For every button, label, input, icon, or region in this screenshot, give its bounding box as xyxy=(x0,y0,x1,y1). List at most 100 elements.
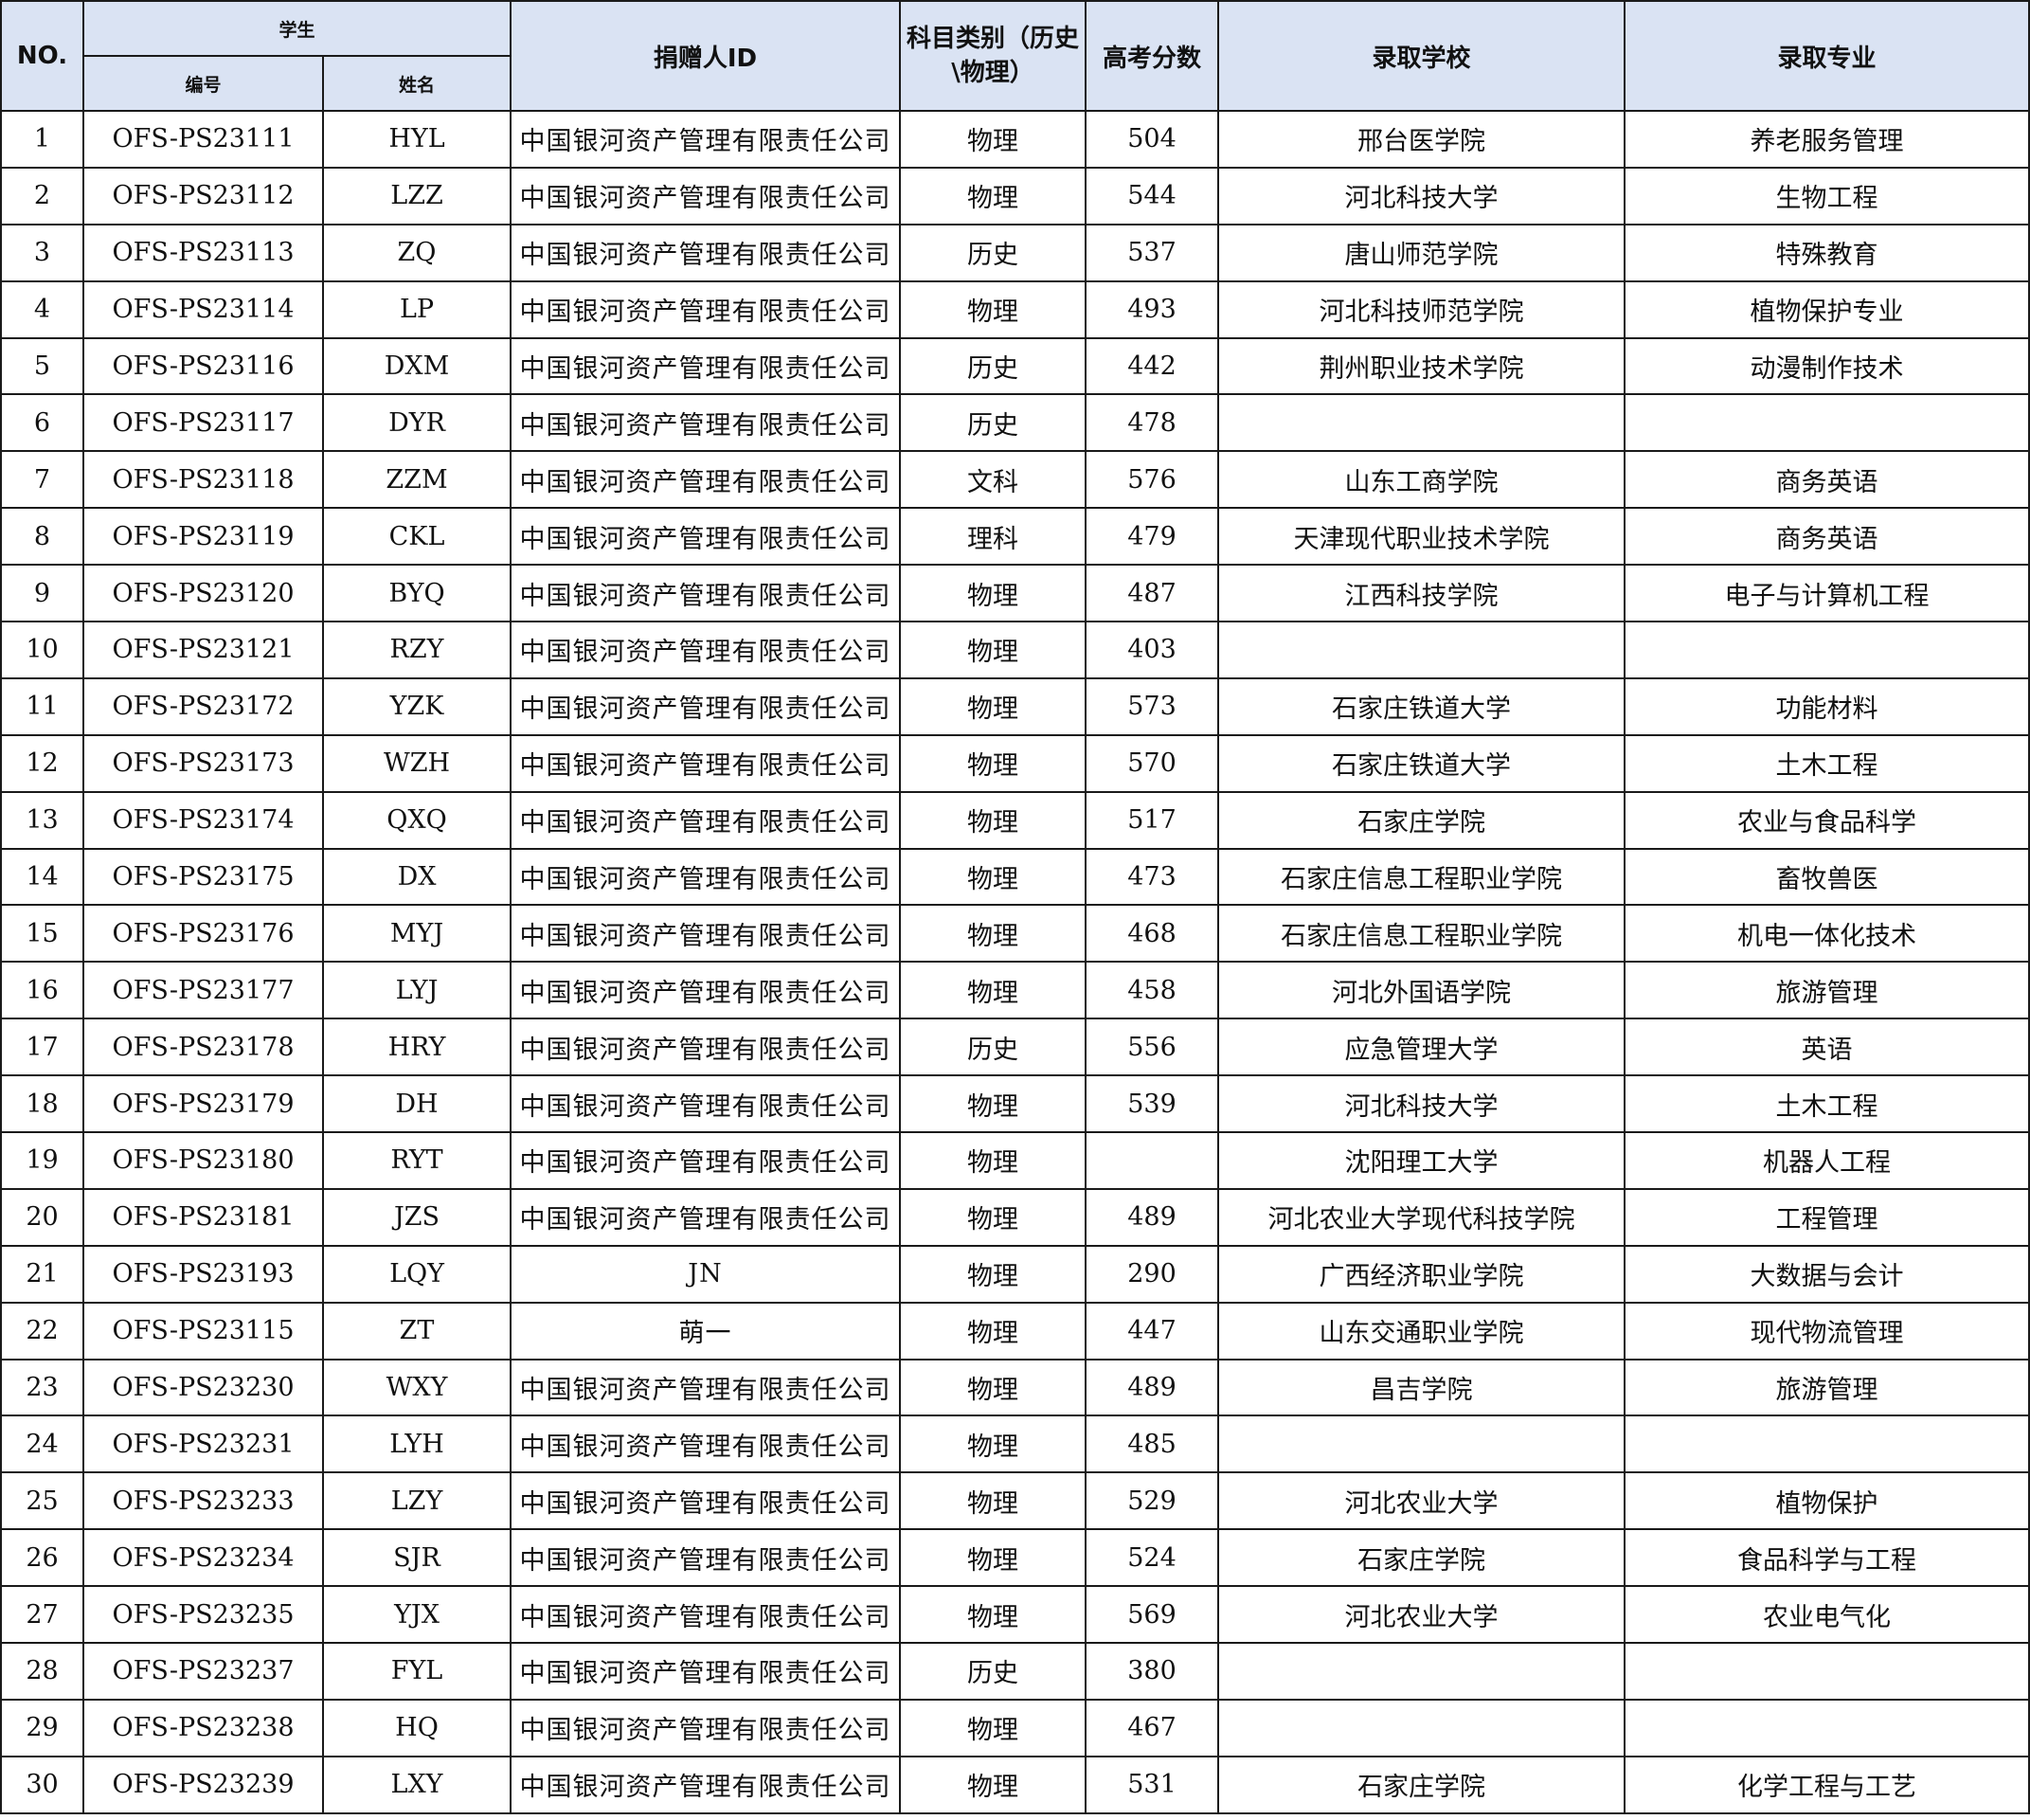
cell-school: 石家庄信息工程职业学院 xyxy=(1217,904,1626,964)
cell-donor: 中国银河资产管理有限责任公司 xyxy=(510,1642,902,1701)
cell-donor: 中国银河资产管理有限责任公司 xyxy=(510,507,902,567)
cell-school: 石家庄学院 xyxy=(1217,1755,1626,1814)
cell-student-id: OFS-PS23116 xyxy=(82,336,324,396)
cell-no: 24 xyxy=(0,1415,84,1474)
cell-school xyxy=(1217,1642,1626,1701)
table-row: 1 OFS-PS23111 HYL 中国银河资产管理有限责任公司 物理 504 邢台医学院养… xyxy=(0,110,2030,169)
cell-subject: 物理 xyxy=(899,904,1087,964)
cell-donor: 中国银河资产管理有限责任公司 xyxy=(510,279,902,339)
cell-donor: 中国银河资产管理有限责任公司 xyxy=(510,621,902,679)
cell-student-id: OFS-PS23121 xyxy=(82,621,324,679)
cell-school: 荆州职业技术学院 xyxy=(1217,336,1626,396)
cell-no: 4 xyxy=(0,279,84,339)
cell-subject: 物理 xyxy=(899,1187,1087,1247)
cell-major: 食品科学与工程 xyxy=(1624,1528,2030,1588)
cell-no: 20 xyxy=(0,1187,84,1247)
cell-score xyxy=(1085,1131,1220,1190)
cell-student-id: OFS-PS23177 xyxy=(82,961,324,1020)
cell-student-name: WXY xyxy=(321,1358,512,1417)
cell-major: 土木工程 xyxy=(1624,1074,2030,1134)
cell-no: 7 xyxy=(0,450,84,510)
cell-subject: 历史 xyxy=(899,1018,1087,1077)
cell-no: 29 xyxy=(0,1698,84,1757)
cell-major: 养老服务管理 xyxy=(1624,110,2030,169)
cell-student-name: MYJ xyxy=(321,904,512,964)
cell-school: 河北农业大学现代科技学院 xyxy=(1217,1187,1626,1247)
cell-score: 290 xyxy=(1085,1244,1220,1304)
cell-school: 广西经济职业学院 xyxy=(1217,1244,1626,1304)
cell-student-id: OFS-PS23181 xyxy=(82,1187,324,1247)
table-row: 22 OFS-PS23115 ZT 萌一 物理 447 山东交通职业学院 现代物流管理 xyxy=(0,1301,2030,1360)
cell-student-name: RZY xyxy=(321,621,512,679)
cell-student-id: OFS-PS23119 xyxy=(82,507,324,567)
cell-student-name: SJR xyxy=(321,1528,512,1588)
cell-no: 1 xyxy=(0,110,84,169)
table-row: 28 OFS-PS23237 FYL 中国银河资产管理有限责任公司 历史 380 xyxy=(0,1642,2030,1701)
cell-donor: 中国银河资产管理有限责任公司 xyxy=(510,1131,902,1190)
cell-major: 土木工程 xyxy=(1624,733,2030,793)
cell-subject: 历史 xyxy=(899,336,1087,396)
cell-student-id: OFS-PS23115 xyxy=(82,1301,324,1360)
cell-donor: 中国银河资产管理有限责任公司 xyxy=(510,1074,902,1134)
table-row: 8 OFS-PS23119 CKL 中国银河资产管理有限责任公司 理科 479 天津现代职业… xyxy=(0,507,2030,567)
cell-major: 动漫制作技术 xyxy=(1624,336,2030,396)
cell-donor: 中国银河资产管理有限责任公司 xyxy=(510,961,902,1020)
cell-no: 10 xyxy=(0,621,84,679)
cell-no: 18 xyxy=(0,1074,84,1134)
cell-no: 9 xyxy=(0,564,84,623)
cell-student-id: OFS-PS23111 xyxy=(82,110,324,169)
cell-student-id: OFS-PS23237 xyxy=(82,1642,324,1701)
cell-donor: 中国银河资产管理有限责任公司 xyxy=(510,1471,902,1531)
cell-student-name: YZK xyxy=(321,676,512,736)
cell-subject: 物理 xyxy=(899,1528,1087,1588)
table-row: 15 OFS-PS23176 MYJ 中国银河资产管理有限责任公司 物理 468 石家庄信息… xyxy=(0,904,2030,964)
cell-school: 山东工商学院 xyxy=(1217,450,1626,510)
cell-student-id: OFS-PS23180 xyxy=(82,1131,324,1190)
cell-student-name: JZS xyxy=(321,1187,512,1247)
cell-major: 化学工程与工艺 xyxy=(1624,1755,2030,1814)
cell-student-name: FYL xyxy=(321,1642,512,1701)
cell-no: 14 xyxy=(0,847,84,907)
cell-no: 27 xyxy=(0,1585,84,1645)
cell-school: 河北科技师范学院 xyxy=(1217,279,1626,339)
cell-student-id: OFS-PS23120 xyxy=(82,564,324,623)
cell-major: 畜牧兽医 xyxy=(1624,847,2030,907)
table-row: 29 OFS-PS23238 HQ 中国银河资产管理有限责任公司 物理 467 xyxy=(0,1698,2030,1757)
header-no: NO. xyxy=(0,0,84,112)
cell-student-name: LYH xyxy=(321,1415,512,1474)
cell-subject: 物理 xyxy=(899,1471,1087,1531)
table-row: 10 OFS-PS23121 RZY 中国银河资产管理有限责任公司 物理 403 xyxy=(0,621,2030,679)
cell-subject: 历史 xyxy=(899,223,1087,282)
cell-student-id: OFS-PS23178 xyxy=(82,1018,324,1077)
cell-score: 570 xyxy=(1085,733,1220,793)
cell-donor: 中国银河资产管理有限责任公司 xyxy=(510,790,902,850)
cell-student-name: ZQ xyxy=(321,223,512,282)
cell-subject: 理科 xyxy=(899,507,1087,567)
cell-no: 16 xyxy=(0,961,84,1020)
cell-school: 石家庄学院 xyxy=(1217,790,1626,850)
cell-score: 479 xyxy=(1085,507,1220,567)
cell-student-id: OFS-PS23174 xyxy=(82,790,324,850)
scholarship-table: NO. 学生 捐赠人ID 科目类别（历史\物理） 高考分数 录取学校 录取专业 … xyxy=(0,0,2030,1814)
cell-school: 河北科技大学 xyxy=(1217,1074,1626,1134)
cell-score: 504 xyxy=(1085,110,1220,169)
cell-school: 河北科技大学 xyxy=(1217,166,1626,225)
cell-subject: 物理 xyxy=(899,1244,1087,1304)
header-subject: 科目类别（历史\物理） xyxy=(899,0,1087,112)
cell-donor: 中国银河资产管理有限责任公司 xyxy=(510,1358,902,1417)
cell-major: 农业电气化 xyxy=(1624,1585,2030,1645)
table-row: 14 OFS-PS23175 DX 中国银河资产管理有限责任公司 物理 473 石家庄信息工… xyxy=(0,847,2030,907)
cell-score: 529 xyxy=(1085,1471,1220,1531)
cell-major: 特殊教育 xyxy=(1624,223,2030,282)
cell-subject: 历史 xyxy=(899,393,1087,453)
cell-subject: 物理 xyxy=(899,166,1087,225)
cell-score: 487 xyxy=(1085,564,1220,623)
cell-major: 机器人工程 xyxy=(1624,1131,2030,1190)
table-row: 13 OFS-PS23174 QXQ 中国银河资产管理有限责任公司 物理 517 石家庄学院… xyxy=(0,790,2030,850)
cell-subject: 物理 xyxy=(899,1698,1087,1757)
table-row: 9 OFS-PS23120 BYQ 中国银河资产管理有限责任公司 物理 487 江西科技学院… xyxy=(0,564,2030,623)
cell-student-id: OFS-PS23230 xyxy=(82,1358,324,1417)
cell-major: 功能材料 xyxy=(1624,676,2030,736)
cell-student-name: BYQ xyxy=(321,564,512,623)
cell-score: 403 xyxy=(1085,621,1220,679)
